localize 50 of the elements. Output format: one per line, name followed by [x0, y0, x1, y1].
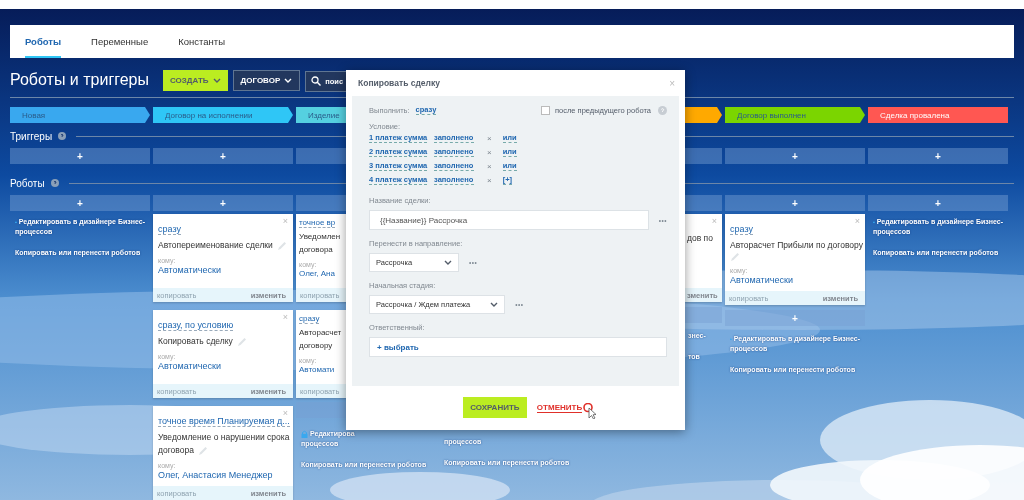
recipient-link[interactable]: Олег, Анастасия Менеджер: [158, 470, 273, 480]
remove-button[interactable]: ×: [487, 161, 492, 171]
stage-bar[interactable]: Сделка провалена: [868, 107, 1008, 123]
robot-title: Автопереименование сделки: [158, 239, 273, 252]
tab[interactable]: Константы: [178, 25, 225, 58]
robot-title: договора: [299, 244, 333, 256]
cancel-link[interactable]: ОТМЕНИТЬ: [536, 402, 583, 413]
add-button[interactable]: +: [153, 148, 293, 164]
recipient-link[interactable]: Автоматически: [158, 265, 221, 275]
stage-bar[interactable]: Новая: [10, 107, 150, 123]
timing-link[interactable]: сразу: [158, 224, 181, 235]
remove-button[interactable]: ×: [487, 175, 492, 185]
recipient-link[interactable]: Автоматически: [158, 361, 221, 371]
dialog-title: Копировать сделку: [358, 78, 440, 88]
page-title: Роботы и триггеры: [10, 71, 150, 89]
recipient-link[interactable]: Олег, Ана: [299, 269, 335, 278]
add-button[interactable]: +: [868, 148, 1008, 164]
timing-link[interactable]: сразу: [730, 224, 753, 235]
recipient-link[interactable]: Автоматически: [730, 275, 793, 285]
robot-title: дов по: [687, 232, 713, 245]
robot-title: Авторасчет Прибыли по договору: [730, 239, 863, 252]
add-button[interactable]: +: [10, 195, 150, 211]
stage-bar[interactable]: Договор на исполнении: [153, 107, 293, 123]
add-button[interactable]: +: [725, 148, 865, 164]
tab[interactable]: Роботы: [25, 25, 62, 58]
create-button[interactable]: СОЗДАТЬ: [163, 69, 228, 91]
add-button[interactable]: +: [868, 195, 1008, 211]
section-title: Роботы: [10, 177, 45, 189]
remove-button[interactable]: ×: [487, 133, 492, 143]
timing-link[interactable]: сразу: [299, 314, 320, 324]
section-title: Триггеры: [10, 130, 53, 142]
robot-title: Уведомлен: [299, 231, 341, 243]
robot-title: Уведомление о нарушении срока: [158, 431, 290, 444]
timing-link[interactable]: сразу, по условию: [158, 320, 234, 331]
robot-title: Авторасчет: [299, 327, 342, 339]
add-button[interactable]: +: [153, 195, 293, 211]
timing-link[interactable]: точное время Планируемая д...: [158, 416, 290, 427]
robot-title: договору: [299, 340, 333, 352]
add-button[interactable]: +: [725, 195, 865, 211]
input-field[interactable]: {{Название}} Рассрочка: [369, 210, 649, 230]
recipient-link[interactable]: Автомати: [299, 365, 335, 374]
remove-button[interactable]: ×: [487, 147, 492, 157]
save-button[interactable]: СОХРАНИТЬ: [462, 397, 527, 418]
robot-title: Копировать сделку: [158, 335, 233, 348]
stage-bar[interactable]: Договор выполнен: [725, 107, 865, 123]
tab[interactable]: Переменные: [91, 25, 149, 58]
robot-title: договора: [158, 444, 194, 457]
add-button[interactable]: +: [10, 148, 150, 164]
select-link[interactable]: + выбрать: [377, 342, 419, 352]
timing-link[interactable]: точное вр: [299, 218, 336, 228]
